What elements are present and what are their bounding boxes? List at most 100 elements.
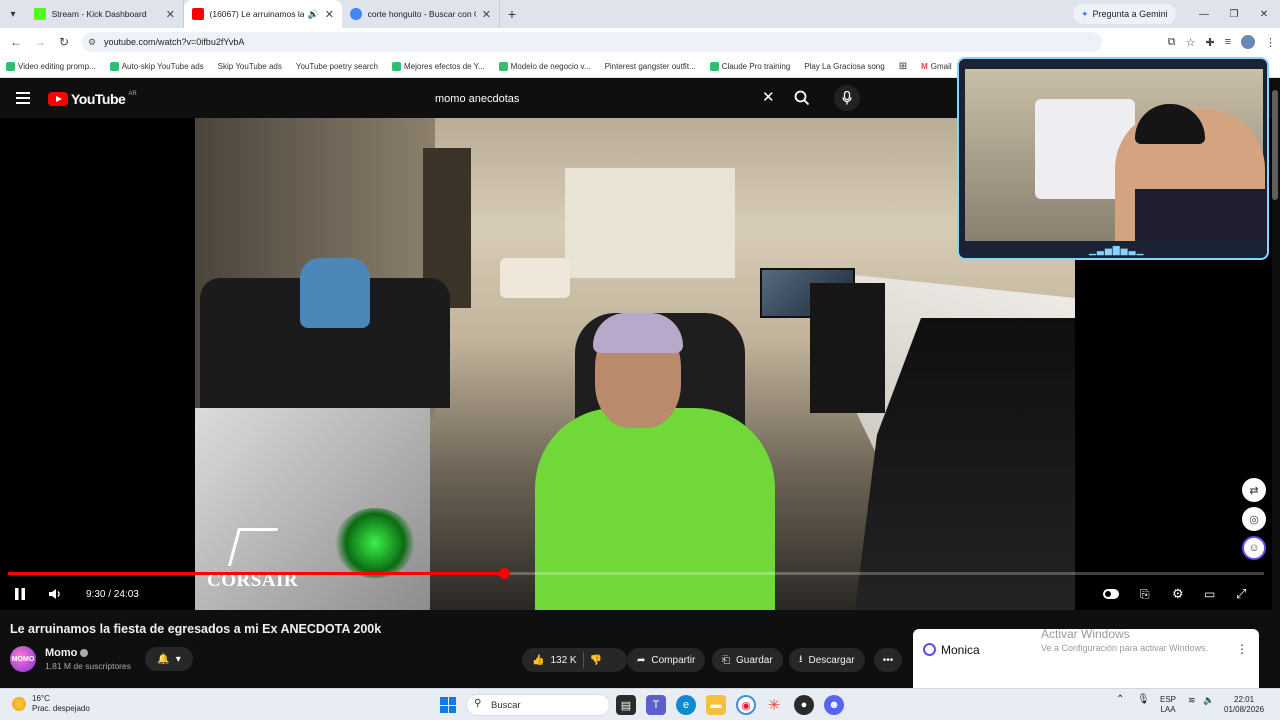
chevron-down-icon: ▾ (175, 653, 181, 665)
search-button[interactable] (790, 88, 814, 108)
scrollbar-thumb[interactable] (1272, 90, 1278, 200)
like-dislike-group: 👍 132 K 👎 (522, 648, 627, 672)
pause-button[interactable] (14, 584, 26, 604)
bookmark-icon (6, 62, 15, 71)
tray-chevron-icon[interactable]: ⌃ (1116, 695, 1124, 705)
new-tab-button[interactable]: + (500, 6, 524, 22)
tab-youtube-video[interactable]: (16067) Le arruinamos la fie 🔊 ✕ (184, 0, 342, 28)
search-input[interactable]: momo anecdotas (424, 86, 786, 112)
menu-hamburger-icon[interactable] (16, 92, 30, 104)
bookmark-item[interactable]: YouTube poetry search (296, 62, 378, 71)
divider (582, 652, 584, 668)
obs-icon[interactable]: ● (794, 695, 814, 715)
bookmark-item[interactable]: Play La Graciosa song (804, 62, 885, 71)
cast-icon[interactable]: ⧉ (1168, 36, 1176, 49)
bookmark-item[interactable]: Auto-skip YouTube ads (109, 62, 204, 71)
gemini-label: Pregunta a Gemini (1092, 9, 1168, 19)
subscription-bell-button[interactable]: 🔔 ▾ (145, 647, 193, 671)
minimize-window-icon[interactable]: — (1188, 0, 1220, 28)
wifi-icon[interactable]: ≋ (1188, 695, 1196, 705)
reload-icon[interactable]: ↻ (52, 28, 76, 56)
back-arrow-icon[interactable]: ← (4, 28, 28, 56)
bookmark-label: Mejores efectos de Y... (404, 62, 485, 71)
edge-icon[interactable]: e (676, 695, 696, 715)
apps-grid-icon[interactable]: ⊞ (899, 61, 907, 72)
media-controls-icon[interactable]: ≡ (1225, 36, 1231, 48)
gmail-icon: M (921, 62, 928, 71)
youtube-favicon-icon (192, 8, 204, 20)
address-bar[interactable]: youtube.com/watch?v=0ifbu2fYvbA (82, 32, 1102, 52)
more-actions-button[interactable]: ••• (874, 648, 902, 672)
tab-google-search[interactable]: corte honguito - Buscar con Go ✕ (342, 0, 500, 28)
bookmark-star-icon[interactable]: ☆ (1185, 36, 1195, 49)
teams-icon[interactable]: T (646, 695, 666, 715)
progress-played (8, 572, 505, 575)
save-button[interactable]: ⎗ Guardar (712, 648, 783, 672)
settings-button[interactable]: ⚙ (1172, 584, 1184, 604)
speaker-icon[interactable]: 🔊 (308, 9, 319, 20)
clock-date: 01/08/2026 (1224, 705, 1265, 714)
progress-bar[interactable] (8, 568, 1264, 579)
tab-search-chevron-icon[interactable]: ▾ (0, 0, 26, 28)
language-indicator[interactable]: ESP LAA (1160, 695, 1176, 715)
fullscreen-button[interactable]: ⤢ (1236, 584, 1246, 604)
browser-menu-icon[interactable]: ⋮ (1265, 36, 1276, 49)
translate-icon[interactable]: ⇄ (1242, 478, 1266, 502)
bookmark-label: Play La Graciosa song (804, 62, 885, 71)
volume-tray-icon[interactable]: 🔈 (1203, 695, 1214, 705)
close-tab-icon[interactable]: ✕ (325, 8, 334, 21)
autoplay-toggle[interactable] (1103, 584, 1119, 604)
bookmark-item[interactable]: Mejores efectos de Y... (392, 62, 485, 71)
windows-start-icon[interactable] (440, 697, 456, 713)
theater-mode-button[interactable]: ▭ (1204, 584, 1215, 604)
file-explorer-icon[interactable]: ▬ (706, 695, 726, 715)
page-scrollbar[interactable] (1272, 78, 1280, 688)
youtube-logo[interactable]: YouTube AR (48, 91, 137, 107)
clear-search-icon[interactable]: ✕ (762, 88, 775, 106)
extension-widget-icon[interactable]: ◎ (1242, 507, 1266, 531)
task-view-icon[interactable]: ▤ (616, 695, 636, 715)
download-label: Descargar (808, 654, 855, 666)
bookmark-icon (392, 62, 402, 71)
clock[interactable]: 22:01 01/08/2026 (1224, 695, 1264, 715)
bookmark-item[interactable]: Skip YouTube ads (218, 62, 282, 71)
close-tab-icon[interactable]: ✕ (482, 8, 491, 21)
scene-couch (500, 258, 570, 298)
bookmark-item[interactable]: M Gmail (921, 62, 952, 71)
monica-menu-icon[interactable]: ⋮ (1236, 642, 1248, 656)
like-button[interactable]: 👍 132 K (532, 655, 577, 666)
tray-mic-icon[interactable]: 🎙 (1137, 695, 1150, 705)
voice-search-button[interactable] (834, 85, 860, 111)
channel-name-link[interactable]: Momo (45, 647, 89, 659)
channel-avatar[interactable]: MOMO (10, 646, 36, 672)
monica-title: Monica (941, 643, 980, 657)
subtitles-button[interactable]: ⎘ (1140, 584, 1150, 604)
restore-window-icon[interactable]: ❐ (1218, 0, 1250, 28)
weather-widget[interactable]: 16°C Prac. despejado (12, 694, 90, 714)
download-button[interactable]: ⭳ Descargar (789, 648, 865, 672)
bookmark-item[interactable]: Claude Pro training (709, 62, 790, 71)
extensions-puzzle-icon[interactable]: ✚ (1205, 36, 1214, 49)
share-button[interactable]: ➦ Compartir (627, 648, 706, 672)
ask-gemini-button[interactable]: ✦ Pregunta a Gemini (1073, 4, 1176, 24)
video-frame[interactable]: CORSAIR (195, 118, 1075, 610)
discord-icon[interactable]: ☻ (824, 695, 844, 715)
chrome-icon[interactable]: ◉ (736, 695, 756, 715)
volume-button[interactable] (48, 584, 62, 604)
close-tab-icon[interactable]: ✕ (166, 8, 175, 21)
bookmark-item[interactable]: Pinterest gangster outfit... (605, 62, 696, 71)
taskbar-search-input[interactable]: Buscar (466, 694, 610, 716)
close-window-icon[interactable]: ✕ (1248, 0, 1280, 28)
tab-kick-dashboard[interactable]: Stream - Kick Dashboard ✕ (26, 0, 184, 28)
bookmark-item[interactable]: Modelo de negocio v... (498, 62, 591, 71)
site-info-icon[interactable]: ⚙ (88, 37, 98, 47)
theater-icon: ▭ (1204, 587, 1216, 601)
bookmark-label: Pinterest gangster outfit... (604, 62, 696, 71)
bookmark-item[interactable]: Video editing promp... (6, 62, 96, 71)
monica-bot-icon[interactable]: ☺ (1242, 536, 1266, 560)
verified-badge-icon (80, 649, 89, 658)
dislike-button[interactable]: 👎 (590, 655, 602, 666)
app-spark-icon[interactable]: ✳ (764, 695, 784, 715)
forward-arrow-icon[interactable]: → (28, 28, 52, 56)
profile-avatar[interactable] (1241, 35, 1255, 49)
